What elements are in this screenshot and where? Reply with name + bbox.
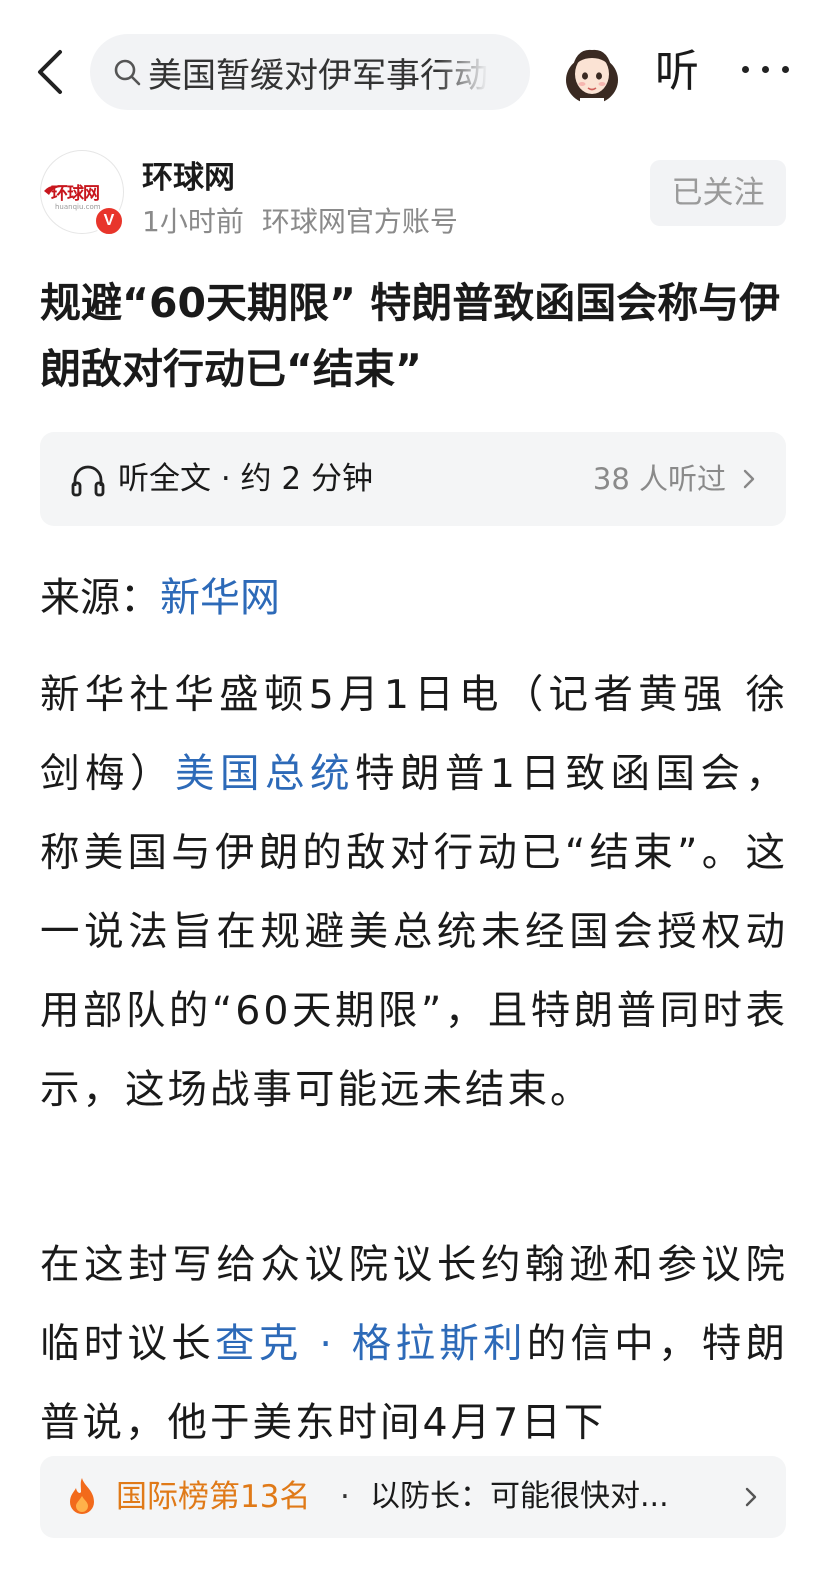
search-icon: [114, 59, 141, 86]
follow-button[interactable]: 已关注: [650, 160, 786, 226]
chevron-right-icon: [745, 1487, 757, 1507]
source-link[interactable]: 新华网: [160, 575, 280, 621]
source-line: 来源：新华网: [40, 568, 280, 628]
author-meta: 1小时前 环球网官方账号: [142, 200, 458, 240]
listen-button[interactable]: 听: [655, 42, 699, 102]
fire-icon: [70, 1478, 94, 1514]
source-label: 来源：: [40, 575, 160, 621]
rank-label: 国际榜第13名: [116, 1479, 311, 1515]
hot-ranking-bar[interactable]: 国际榜第13名 · 以防长：可能很快对...: [40, 1456, 786, 1538]
back-button[interactable]: [30, 44, 74, 100]
author-name[interactable]: 环球网: [142, 152, 235, 197]
account-description: 环球网官方账号: [261, 205, 458, 238]
listen-full-text-label: 听全文 · 约 2 分钟: [118, 461, 373, 497]
article-title: 规避“60天期限” 特朗普致函国会称与伊朗敌对行动已“结束”: [40, 279, 781, 393]
listen-full-text-bar[interactable]: 听全文 · 约 2 分钟 38 人听过: [40, 432, 786, 526]
headphones-icon: [71, 465, 105, 497]
paragraph-1: 新华社华盛顿5月1日电（记者黄强 徐剑梅）美国总统特朗普1日致函国会，称美国与伊…: [40, 672, 789, 1113]
paragraph-2: 在这封写给众议院议长约翰逊和参议院临时议长查克 · 格拉斯利的信中，特朗普说，他…: [40, 1242, 788, 1446]
back-arrow-icon: [38, 50, 62, 94]
verified-badge: V: [94, 206, 124, 236]
publish-time: 1小时前: [142, 205, 244, 238]
link-us-president[interactable]: 美国总统: [175, 751, 355, 797]
avatar-icon: [566, 49, 618, 104]
search-bar[interactable]: 美国暂缓对伊军事行动: [90, 34, 530, 110]
avatar[interactable]: [562, 40, 622, 104]
rank-separator: ·: [340, 1479, 350, 1515]
chevron-right-icon: [743, 469, 755, 489]
more-icon[interactable]: [740, 52, 792, 86]
rank-headline: 以防长：可能很快对...: [370, 1479, 669, 1514]
listen-count: 38 人听过: [592, 462, 726, 496]
search-query: 美国暂缓对伊军事行动: [148, 55, 488, 96]
link-chuck-grassley[interactable]: 查克 · 格拉斯利: [215, 1321, 527, 1367]
